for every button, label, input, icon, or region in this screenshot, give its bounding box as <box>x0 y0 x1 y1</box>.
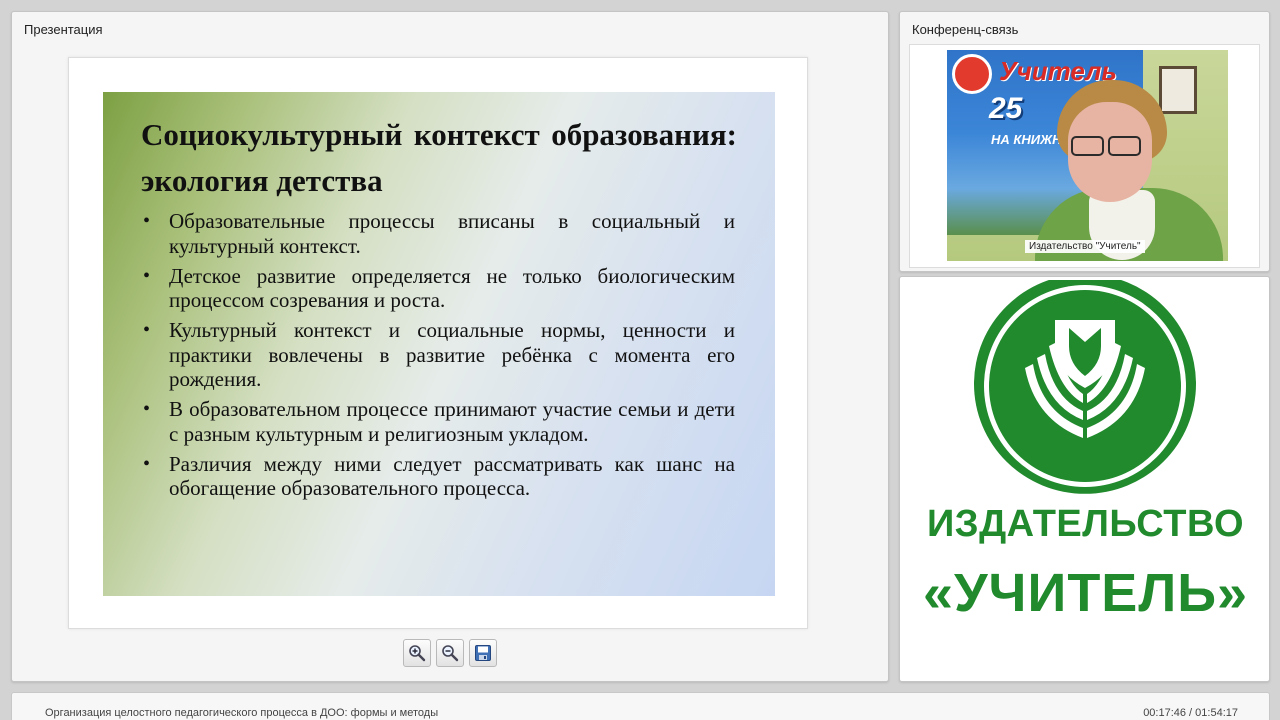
publisher-name-line1: ИЗДАТЕЛЬСТВО <box>926 503 1245 545</box>
publisher-logo-panel: ИЗДАТЕЛЬСТВО «УЧИТЕЛЬ» <box>899 276 1270 682</box>
zoom-out-button[interactable] <box>436 639 464 667</box>
slide-toolbar <box>403 639 497 667</box>
wall-certificate <box>1159 66 1197 114</box>
presentation-panel: Презентация Социокультурный контекст обр… <box>11 11 889 682</box>
slide-title: Социокультурный контекст образования: эк… <box>141 117 737 198</box>
slide-bullet: Различия между ними следует рассматриват… <box>141 452 735 501</box>
slide-bullet-list: Образовательные процессы вписаны в социа… <box>141 209 735 506</box>
publisher-logo-icon <box>974 280 1196 494</box>
slide: Социокультурный контекст образования: эк… <box>103 92 775 596</box>
footer-bar: Организация целостного педагогического п… <box>11 692 1270 720</box>
conference-panel-title: Конференц-связь <box>912 22 1019 37</box>
poster-number: 25 <box>989 92 1023 125</box>
save-icon <box>475 645 491 661</box>
zoom-in-icon <box>409 645 426 662</box>
slide-bullet: В образовательном процессе принимают уча… <box>141 397 735 446</box>
zoom-out-icon <box>442 645 459 662</box>
slide-bullet: Детское развитие определяется не только … <box>141 264 735 313</box>
playback-time: 00:17:46 / 01:54:17 <box>1143 707 1238 719</box>
slide-bullet: Образовательные процессы вписаны в социа… <box>141 209 735 258</box>
zoom-in-button[interactable] <box>403 639 431 667</box>
publisher-name-line2: «УЧИТЕЛЬ» <box>922 563 1249 623</box>
slide-bullet: Культурный контекст и социальные нормы, … <box>141 318 735 392</box>
save-button[interactable] <box>469 639 497 667</box>
presentation-panel-title: Презентация <box>24 22 103 37</box>
conference-panel: Конференц-связь Учитель 25 НА КНИЖНОМ Из… <box>899 11 1270 272</box>
poster-logo-icon <box>952 54 992 94</box>
glasses-icon <box>1071 136 1104 156</box>
slide-viewer[interactable]: Социокультурный контекст образования: эк… <box>68 57 808 629</box>
webinar-title: Организация целостного педагогического п… <box>45 707 439 719</box>
speaker-name-label: Издательство "Учитель" <box>1025 240 1145 253</box>
video-feed[interactable]: Учитель 25 НА КНИЖНОМ Издательство "Учит… <box>947 50 1228 261</box>
video-frame: Учитель 25 НА КНИЖНОМ Издательство "Учит… <box>909 44 1260 268</box>
glasses-icon <box>1108 136 1141 156</box>
